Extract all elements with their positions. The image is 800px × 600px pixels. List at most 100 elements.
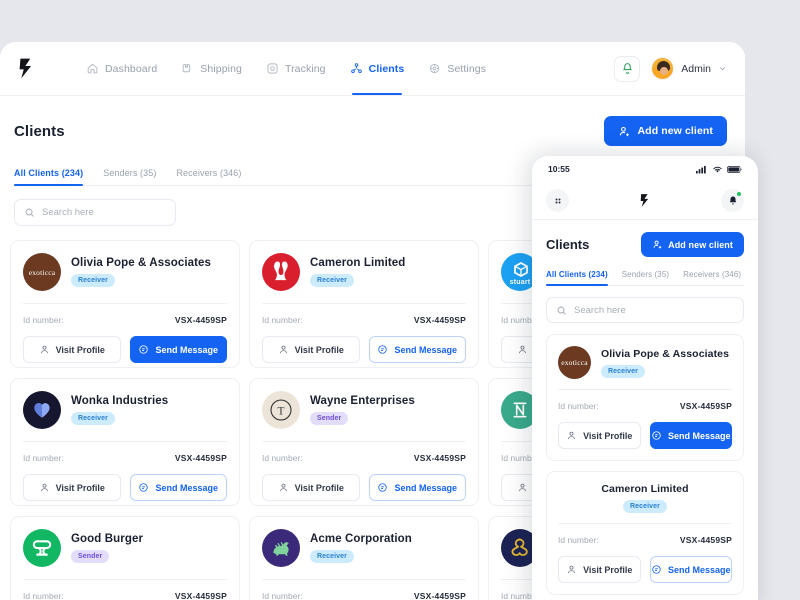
id-number-value: VSX-4459SP bbox=[175, 591, 227, 600]
client-card[interactable]: Cameron LimitedReceiver Id number:VSX-445… bbox=[249, 240, 479, 368]
wifi-icon bbox=[712, 165, 723, 174]
client-card-header: Cameron LimitedReceiver bbox=[262, 253, 466, 291]
client-card-meta: Acme CorporationReceiver bbox=[310, 533, 412, 563]
client-card-header: Cameron Limited Receiver bbox=[558, 483, 732, 513]
mobile-preview-panel: 10:55 Clients Add new client bbox=[532, 156, 758, 600]
visit-profile-label: Visit Profile bbox=[295, 345, 344, 355]
flash-logo-icon[interactable] bbox=[14, 56, 40, 82]
top-navigation-bar: Dashboard Shipping Tracking Clients Settings… bbox=[0, 42, 745, 95]
send-message-button[interactable]: Send Message bbox=[369, 474, 467, 501]
client-card[interactable]: Wonka Industries Receiver Id number:VSX-44… bbox=[10, 378, 240, 506]
filter-tab[interactable]: Receivers (346) bbox=[176, 168, 241, 185]
client-id-row: Id number:VSX-4459SP bbox=[558, 401, 732, 411]
add-user-icon bbox=[652, 239, 663, 250]
filter-tab[interactable]: Senders (35) bbox=[103, 168, 156, 185]
visit-profile-button[interactable]: Visit Profile bbox=[262, 336, 360, 363]
send-message-button[interactable]: Send Message bbox=[130, 336, 228, 363]
send-message-label: Send Message bbox=[155, 345, 218, 355]
nav-item-tracking[interactable]: Tracking bbox=[266, 42, 326, 95]
gear-icon bbox=[428, 62, 441, 75]
send-message-button[interactable]: Send Message bbox=[650, 422, 733, 449]
avatar bbox=[23, 391, 61, 429]
status-badge: Sender bbox=[71, 550, 109, 563]
page-title: Clients bbox=[14, 123, 65, 140]
send-message-button[interactable]: Send Message bbox=[650, 556, 733, 583]
send-message-label: Send Message bbox=[155, 483, 218, 493]
status-badge: Receiver bbox=[310, 550, 354, 563]
nav-item-label: Shipping bbox=[200, 63, 242, 75]
client-name: Wonka Industries bbox=[71, 395, 168, 407]
client-card-meta: Wonka Industries Receiver bbox=[71, 395, 168, 425]
chat-bubble-icon bbox=[138, 482, 149, 493]
chevron-down-icon[interactable] bbox=[718, 64, 727, 73]
topbar-right-cluster: Admin bbox=[614, 56, 727, 82]
id-number-label: Id number: bbox=[262, 315, 303, 325]
main-nav: Dashboard Shipping Tracking Clients Settings bbox=[86, 42, 486, 95]
client-card-meta: Cameron Limited Receiver bbox=[601, 483, 688, 513]
user-menu[interactable]: Admin bbox=[651, 57, 727, 80]
nav-item-dashboard[interactable]: Dashboard bbox=[86, 42, 157, 95]
client-card-header: exoticcaOlivia Pope & AssociatesReceiver bbox=[558, 346, 732, 379]
client-name: Cameron Limited bbox=[601, 483, 688, 495]
search-bar[interactable] bbox=[14, 199, 176, 226]
mobile-search-bar[interactable] bbox=[546, 297, 744, 323]
user-icon bbox=[517, 344, 528, 355]
mobile-page-title: Clients bbox=[546, 237, 589, 252]
send-message-button[interactable]: Send Message bbox=[369, 336, 467, 363]
send-message-button[interactable]: Send Message bbox=[130, 474, 228, 501]
filter-tab[interactable]: All Clients (234) bbox=[14, 168, 83, 185]
status-badge: Receiver bbox=[623, 500, 667, 513]
bell-icon[interactable] bbox=[721, 189, 744, 212]
visit-profile-button[interactable]: Visit Profile bbox=[23, 474, 121, 501]
user-icon bbox=[517, 482, 528, 493]
bell-icon[interactable] bbox=[614, 56, 640, 82]
visit-profile-label: Visit Profile bbox=[56, 483, 105, 493]
client-card-actions: Visit Profile Send Message bbox=[558, 556, 732, 583]
active-tab-indicator bbox=[352, 93, 403, 96]
status-time: 10:55 bbox=[548, 164, 570, 174]
visit-profile-label: Visit Profile bbox=[56, 345, 105, 355]
notification-dot bbox=[737, 192, 741, 196]
nav-item-label: Tracking bbox=[285, 63, 326, 75]
people-network-icon bbox=[350, 62, 363, 75]
visit-profile-button[interactable]: Visit Profile bbox=[23, 336, 121, 363]
client-card[interactable]: TWayne EnterprisesSenderId number:VSX-44… bbox=[249, 378, 479, 506]
status-icons bbox=[696, 165, 742, 174]
visit-profile-button[interactable]: Visit Profile bbox=[558, 422, 641, 449]
client-card[interactable]: exoticcaOlivia Pope & AssociatesReceiver… bbox=[546, 334, 744, 461]
nav-item-clients[interactable]: Clients bbox=[350, 42, 405, 95]
add-new-client-label: Add new client bbox=[638, 125, 714, 137]
divider bbox=[262, 579, 466, 580]
status-badge: Receiver bbox=[71, 412, 115, 425]
add-new-client-button[interactable]: Add new client bbox=[604, 116, 728, 146]
user-icon bbox=[566, 564, 577, 575]
mobile-clients-list: exoticcaOlivia Pope & AssociatesReceiver… bbox=[546, 334, 744, 595]
client-id-row: Id number:VSX-4459SP bbox=[23, 591, 227, 600]
nav-item-settings[interactable]: Settings bbox=[428, 42, 486, 95]
search-input[interactable] bbox=[42, 207, 166, 218]
mobile-status-bar: 10:55 bbox=[532, 156, 758, 182]
grid-dots-icon[interactable] bbox=[546, 189, 569, 212]
client-id-row: Id number:VSX-4459SP bbox=[262, 315, 466, 325]
visit-profile-button[interactable]: Visit Profile bbox=[558, 556, 641, 583]
client-id-row: Id number:VSX-4459SP bbox=[23, 453, 227, 463]
visit-profile-button[interactable]: Visit Profile bbox=[262, 474, 360, 501]
client-card[interactable]: Acme CorporationReceiver Id number:VSX-44… bbox=[249, 516, 479, 600]
client-name: Cameron Limited bbox=[310, 257, 405, 269]
id-number-label: Id number: bbox=[23, 453, 64, 463]
filter-tab[interactable]: All Clients (234) bbox=[546, 270, 608, 285]
client-card-meta: Wayne EnterprisesSender bbox=[310, 395, 415, 425]
client-card[interactable]: exoticcaOlivia Pope & AssociatesReceiver… bbox=[10, 240, 240, 368]
nav-item-shipping[interactable]: Shipping bbox=[181, 42, 242, 95]
client-card[interactable]: Good BurgerSenderId number:VSX-4459SPVis… bbox=[10, 516, 240, 600]
client-id-row: Id number:VSX-4459SP bbox=[262, 591, 466, 600]
id-number-value: VSX-4459SP bbox=[414, 591, 466, 600]
client-card-header: Acme CorporationReceiver bbox=[262, 529, 466, 567]
visit-profile-label: Visit Profile bbox=[583, 431, 632, 441]
client-card[interactable]: Cameron LimitedReceiverId number:VSX-445… bbox=[546, 471, 744, 595]
avatar bbox=[23, 529, 61, 567]
filter-tab[interactable]: Senders (35) bbox=[622, 270, 669, 285]
filter-tab[interactable]: Receivers (346) bbox=[683, 270, 741, 285]
mobile-add-new-client-button[interactable]: Add new client bbox=[641, 232, 744, 257]
mobile-search-input[interactable] bbox=[574, 305, 734, 316]
